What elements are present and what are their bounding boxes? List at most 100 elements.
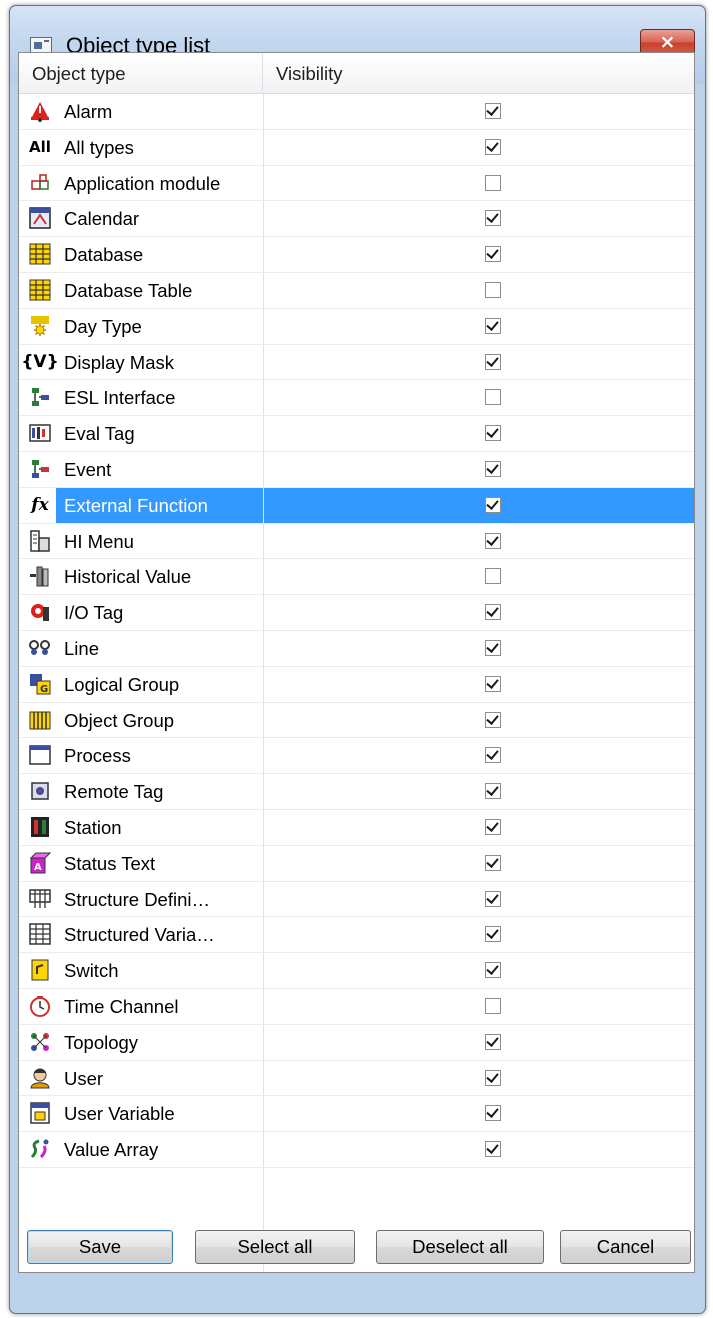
visibility-checkbox[interactable] xyxy=(485,496,501,513)
list-item-database[interactable]: Database xyxy=(19,237,694,273)
list-item-switch[interactable]: Switch xyxy=(19,953,694,989)
list-item-historical-value[interactable]: Historical Value xyxy=(19,559,694,596)
visibility-checkbox[interactable] xyxy=(485,281,501,298)
object-type-label[interactable]: Day Type xyxy=(56,309,263,344)
visibility-checkbox[interactable] xyxy=(485,317,501,334)
visibility-checkbox[interactable] xyxy=(485,604,501,621)
list-item-status-text[interactable]: A Status Text xyxy=(19,846,694,882)
object-type-label[interactable]: Process xyxy=(56,738,263,773)
object-type-label[interactable]: Alarm xyxy=(56,94,263,129)
select-all-button[interactable]: Select all xyxy=(195,1230,355,1264)
object-type-label[interactable]: Historical Value xyxy=(56,559,263,594)
object-type-label[interactable]: External Function xyxy=(56,487,263,523)
list-item-station[interactable]: Station xyxy=(19,810,694,846)
object-type-label[interactable]: Value Array xyxy=(56,1132,263,1167)
visibility-checkbox[interactable] xyxy=(485,460,501,477)
object-type-label[interactable]: Status Text xyxy=(56,846,263,881)
visibility-checkbox[interactable] xyxy=(485,639,501,656)
object-type-label[interactable]: Topology xyxy=(56,1025,263,1060)
object-type-label[interactable]: All types xyxy=(56,130,263,165)
list-item-object-group[interactable]: Object Group xyxy=(19,703,694,739)
list-item-io-tag[interactable]: I/O Tag xyxy=(19,595,694,631)
list-item-logical-group[interactable]: G Logical Group xyxy=(19,667,694,703)
visibility-checkbox[interactable] xyxy=(485,246,501,263)
object-type-label[interactable]: Display Mask xyxy=(56,345,263,380)
column-header-visibility[interactable]: Visibility xyxy=(263,53,696,93)
deselect-all-button[interactable]: Deselect all xyxy=(376,1230,544,1264)
save-button[interactable]: Save xyxy=(27,1230,173,1264)
object-type-label[interactable]: Calendar xyxy=(56,201,263,236)
list-item-topology[interactable]: Topology xyxy=(19,1025,694,1061)
visibility-checkbox[interactable] xyxy=(485,532,501,549)
list-item-process[interactable]: Process xyxy=(19,738,694,775)
object-type-label[interactable]: ESL Interface xyxy=(56,380,263,415)
visibility-checkbox[interactable] xyxy=(485,138,501,155)
visibility-checkbox[interactable] xyxy=(485,389,501,406)
list-item-user[interactable]: User xyxy=(19,1061,694,1097)
object-type-label[interactable]: Time Channel xyxy=(56,989,263,1024)
visibility-checkbox[interactable] xyxy=(485,818,501,835)
visibility-checkbox[interactable] xyxy=(485,783,501,800)
cancel-button[interactable]: Cancel xyxy=(560,1230,691,1264)
object-type-label[interactable]: Switch xyxy=(56,953,263,988)
object-type-label[interactable]: Structured Varia… xyxy=(56,917,263,952)
list-item-value-array[interactable]: Value Array xyxy=(19,1132,694,1168)
object-type-label[interactable]: I/O Tag xyxy=(56,595,263,630)
list-item-event[interactable]: Event xyxy=(19,452,694,488)
visibility-checkbox[interactable] xyxy=(485,1033,501,1050)
visibility-checkbox[interactable] xyxy=(485,174,501,191)
object-type-label[interactable]: Station xyxy=(56,810,263,845)
object-type-label[interactable]: Application module xyxy=(56,166,263,201)
list-item-external-function[interactable]: fx External Function xyxy=(19,487,694,524)
visibility-checkbox[interactable] xyxy=(485,103,501,119)
list-item-calendar[interactable]: Calendar xyxy=(19,201,694,238)
visibility-checkbox[interactable] xyxy=(485,926,501,943)
list-item-application-module[interactable]: Application module xyxy=(19,166,694,202)
list-item-day-type[interactable]: Day Type xyxy=(19,309,694,345)
visibility-checkbox[interactable] xyxy=(485,854,501,871)
object-type-label[interactable]: Database xyxy=(56,237,263,272)
list-item-database-table[interactable]: Database Table xyxy=(19,273,694,309)
list-item-alarm[interactable]: Alarm xyxy=(19,94,694,130)
list-item-eval-tag[interactable]: Eval Tag xyxy=(19,416,694,452)
object-type-label[interactable]: HI Menu xyxy=(56,524,263,559)
column-header-object-type[interactable]: Object type xyxy=(19,53,263,93)
visibility-checkbox[interactable] xyxy=(485,890,501,907)
list-item-user-variable[interactable]: User Variable xyxy=(19,1096,694,1133)
object-type-label[interactable]: User xyxy=(56,1061,263,1096)
object-type-label[interactable]: Remote Tag xyxy=(56,774,263,809)
object-type-label[interactable]: Event xyxy=(56,452,263,487)
object-type-label[interactable]: Object Group xyxy=(56,703,263,738)
list-item-structure-definition[interactable]: Structure Defini… xyxy=(19,882,694,918)
visibility-checkbox[interactable] xyxy=(485,425,501,442)
visibility-checkbox[interactable] xyxy=(485,675,501,692)
object-type-label[interactable]: Database Table xyxy=(56,273,263,308)
visibility-checkbox[interactable] xyxy=(485,568,501,585)
visibility-cell xyxy=(264,738,694,773)
visibility-checkbox[interactable] xyxy=(485,1105,501,1122)
visibility-checkbox[interactable] xyxy=(485,711,501,728)
list-item-esl-interface[interactable]: ESL Interface xyxy=(19,380,694,417)
list-item-hi-menu[interactable]: HI Menu xyxy=(19,524,694,560)
object-type-label[interactable]: Line xyxy=(56,631,263,666)
list-item-all-types[interactable]: All All types xyxy=(19,130,694,166)
list-item-remote-tag[interactable]: Remote Tag xyxy=(19,774,694,810)
structured-variable-icon xyxy=(28,923,52,946)
visibility-checkbox[interactable] xyxy=(485,747,501,764)
visibility-checkbox[interactable] xyxy=(485,962,501,979)
visibility-checkbox[interactable] xyxy=(485,1069,501,1086)
list-item-display-mask[interactable]: {V} Display Mask xyxy=(19,345,694,381)
topology-icon xyxy=(28,1031,52,1053)
object-type-label[interactable]: Structure Defini… xyxy=(56,882,263,917)
visibility-checkbox[interactable] xyxy=(485,997,501,1014)
visibility-checkbox[interactable] xyxy=(485,210,501,227)
visibility-cell xyxy=(264,1096,694,1131)
object-type-label[interactable]: User Variable xyxy=(56,1096,263,1131)
visibility-checkbox[interactable] xyxy=(485,353,501,370)
list-item-time-channel[interactable]: Time Channel xyxy=(19,989,694,1025)
visibility-checkbox[interactable] xyxy=(485,1141,501,1158)
object-type-label[interactable]: Logical Group xyxy=(56,667,263,702)
object-type-label[interactable]: Eval Tag xyxy=(56,416,263,451)
list-item-structured-variable[interactable]: Structured Varia… xyxy=(19,917,694,954)
list-item-line[interactable]: Line xyxy=(19,631,694,667)
